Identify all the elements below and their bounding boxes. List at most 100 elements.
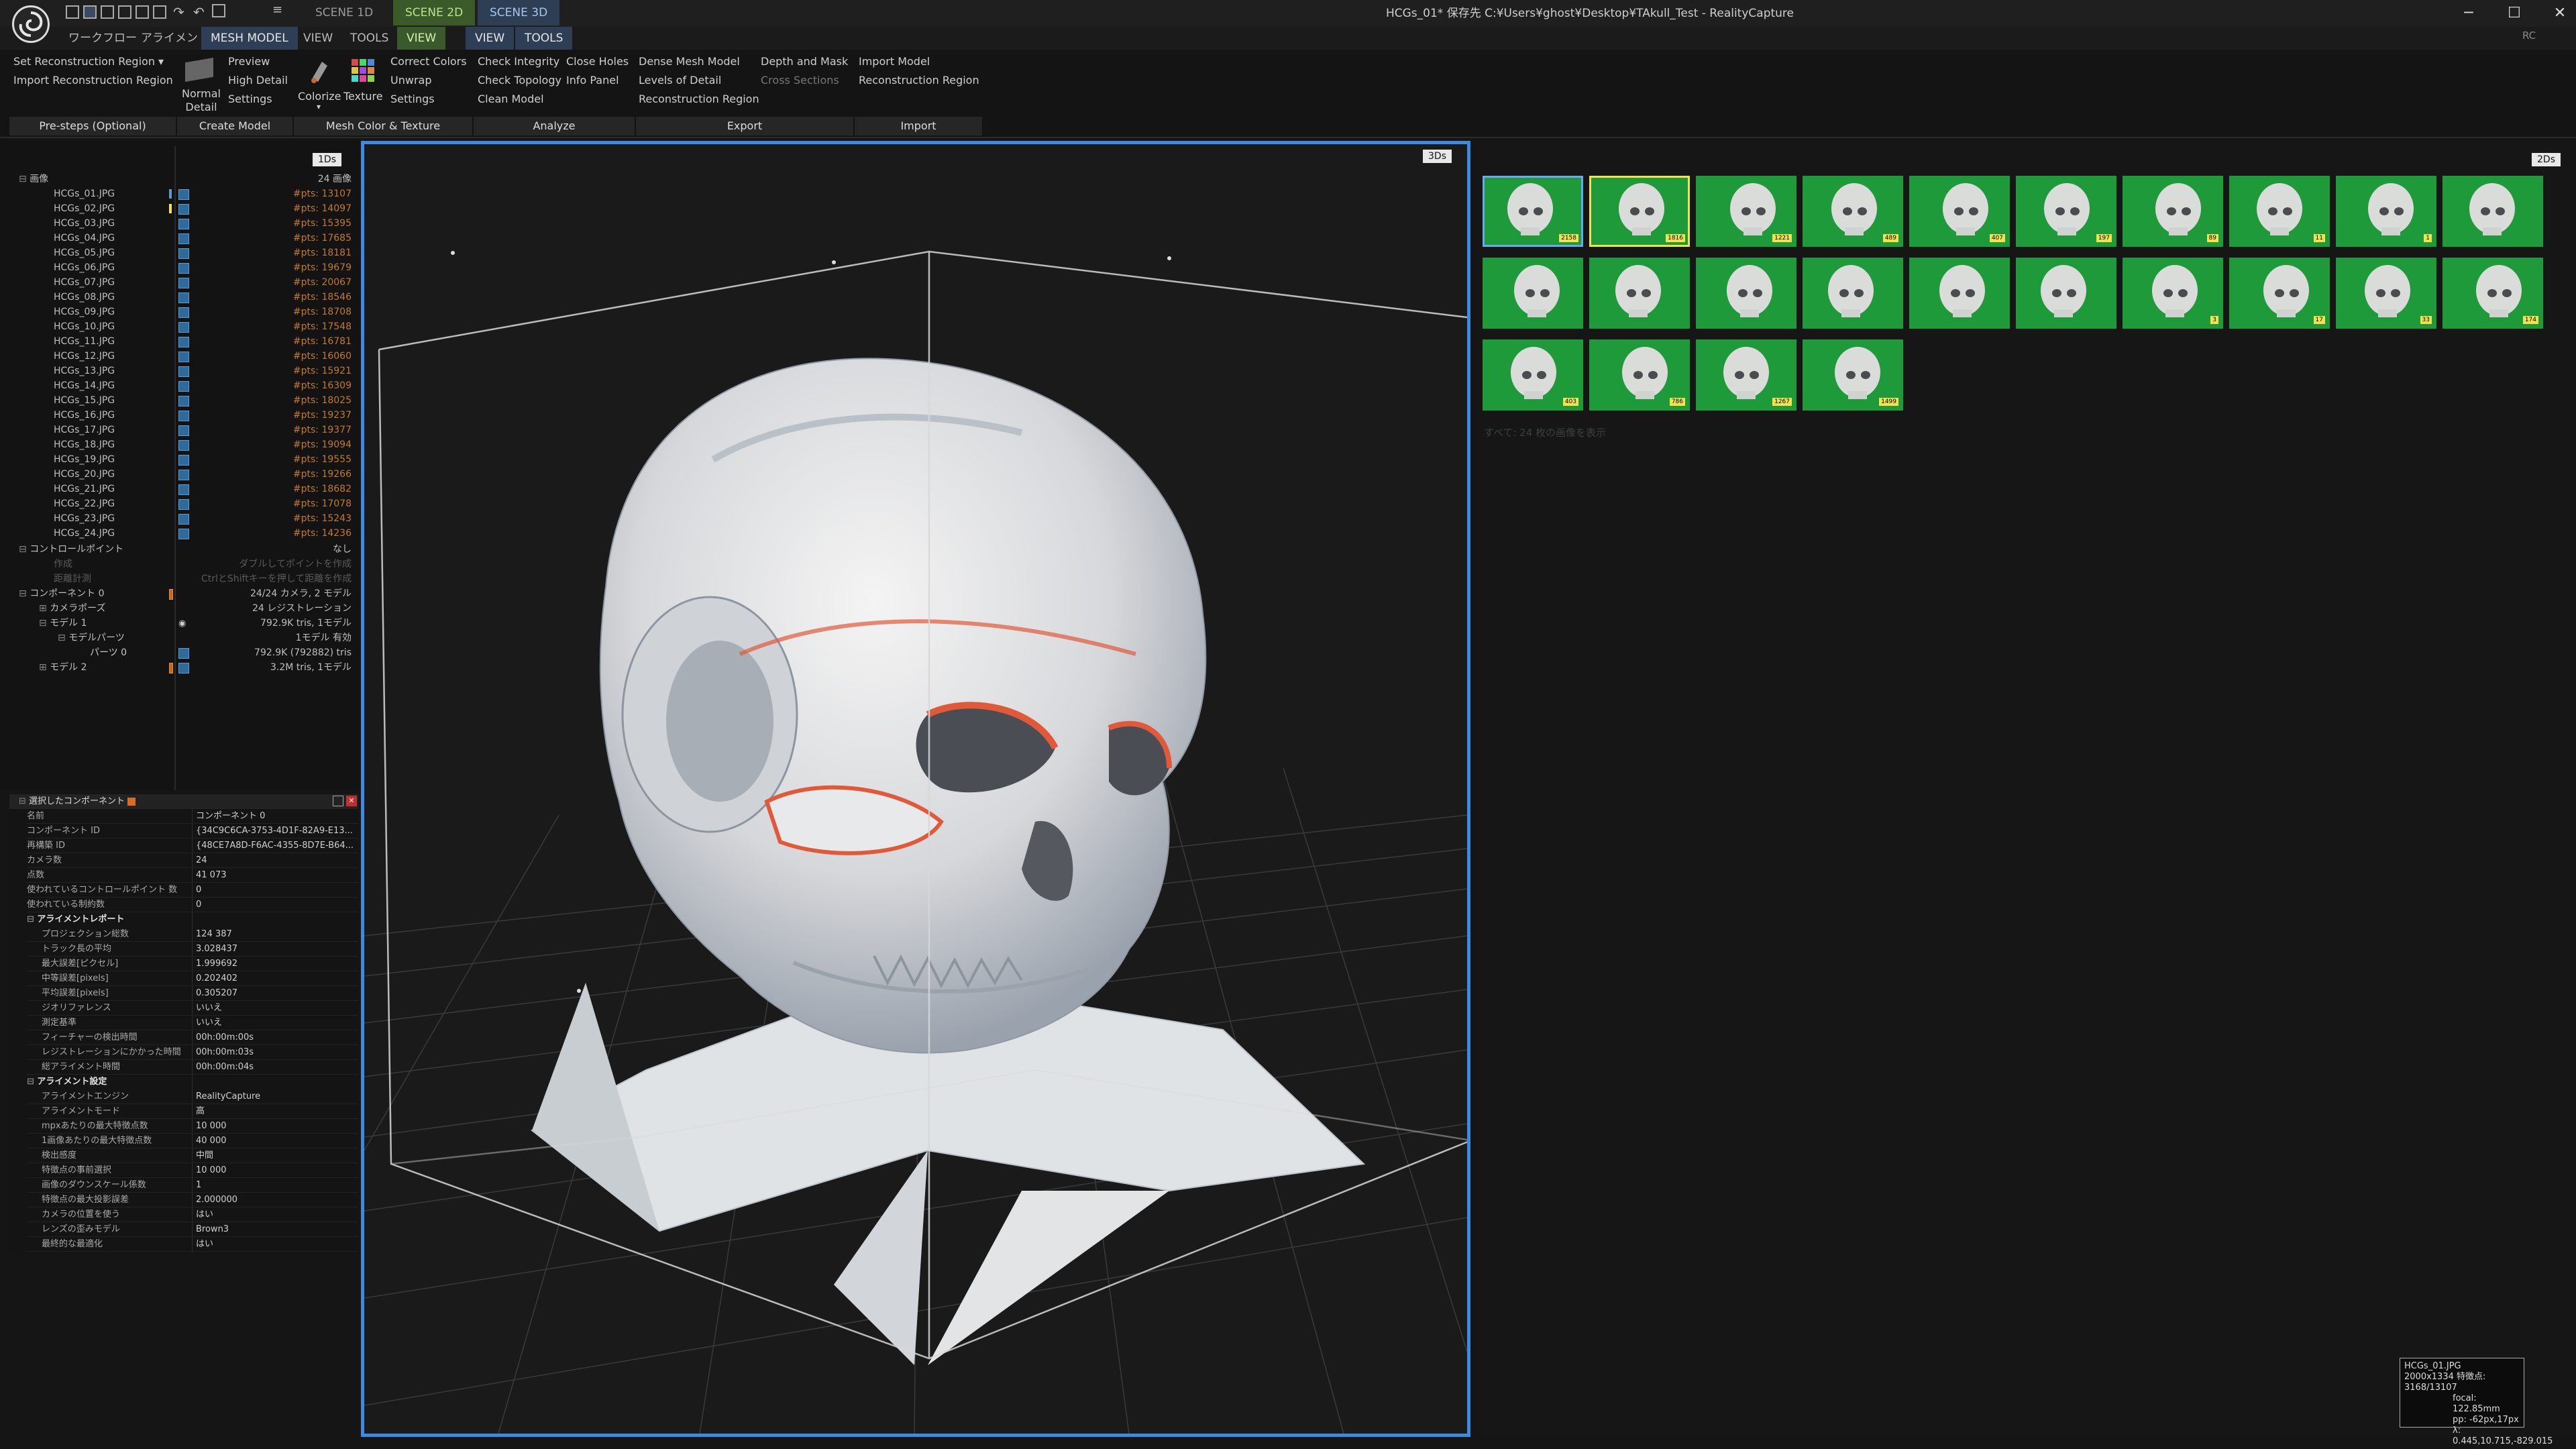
image-enable-icon[interactable]: [178, 366, 189, 377]
correct-colors-button[interactable]: Correct Colors: [390, 55, 467, 68]
property-value[interactable]: 10 000: [196, 1163, 357, 1178]
image-enable-icon[interactable]: [178, 278, 189, 288]
check-topology-button[interactable]: Check Topology: [478, 74, 561, 87]
tree-image-item[interactable]: HCGs_07.JPG: [54, 275, 115, 290]
menu-tools[interactable]: TOOLS: [341, 27, 398, 50]
export-region-button[interactable]: Reconstruction Region: [639, 93, 759, 105]
tree-model-1[interactable]: ⊟ モデル 1: [39, 616, 87, 631]
tree-distance[interactable]: 距離計測: [54, 572, 91, 586]
menu-mesh-model[interactable]: MESH MODEL: [201, 27, 298, 50]
color-settings-button[interactable]: Settings: [390, 93, 435, 105]
image-enable-icon[interactable]: [178, 381, 189, 392]
export-dense-mesh-button[interactable]: Dense Mesh Model: [639, 55, 740, 68]
menu-view-2d[interactable]: VIEW: [397, 27, 446, 50]
image-enable-icon[interactable]: [178, 470, 189, 480]
property-value[interactable]: 0.202402: [196, 971, 357, 986]
image-thumbnail[interactable]: [2443, 176, 2543, 247]
tree-control-points[interactable]: ⊟ コントロールポイント: [19, 542, 123, 557]
property-value[interactable]: 中間: [196, 1148, 357, 1163]
save-icon[interactable]: [212, 4, 225, 17]
image-thumbnail[interactable]: [1483, 258, 1583, 329]
image-thumbnail[interactable]: [1696, 258, 1796, 329]
property-value[interactable]: 1: [196, 1178, 357, 1193]
panel-close-icon[interactable]: ✕: [346, 796, 357, 806]
image-enable-icon[interactable]: [178, 499, 189, 510]
texture-button[interactable]: Texture: [343, 90, 383, 103]
layout-1-icon[interactable]: [66, 5, 79, 19]
image-thumbnail[interactable]: 33: [2336, 258, 2436, 329]
image-thumbnail[interactable]: 11: [2229, 176, 2330, 247]
tree-image-item[interactable]: HCGs_05.JPG: [54, 246, 115, 260]
tree-image-item[interactable]: HCGs_19.JPG: [54, 452, 115, 467]
property-value[interactable]: {34C9C6CA-3753-4D1F-82A9-E13...: [196, 824, 357, 839]
property-value[interactable]: 10 000: [196, 1119, 357, 1134]
layout-5-icon[interactable]: [136, 5, 149, 19]
app-logo[interactable]: [12, 5, 50, 43]
property-value[interactable]: 40 000: [196, 1134, 357, 1148]
image-enable-icon[interactable]: [178, 455, 189, 466]
image-enable-icon[interactable]: [178, 514, 189, 525]
3d-viewport[interactable]: 3Ds: [361, 141, 1470, 1437]
high-detail-button[interactable]: High Detail: [228, 74, 288, 87]
image-enable-icon[interactable]: [178, 484, 189, 495]
property-value[interactable]: 1.999692: [196, 957, 357, 971]
tree-model-2[interactable]: ⊞ モデル 2: [39, 660, 87, 675]
image-enable-icon[interactable]: [178, 396, 189, 407]
redo-icon[interactable]: ↷: [173, 4, 184, 20]
undo-icon[interactable]: ↶: [193, 4, 205, 20]
image-enable-icon[interactable]: [178, 189, 189, 200]
image-thumbnail[interactable]: [2016, 258, 2116, 329]
check-integrity-button[interactable]: Check Integrity: [478, 55, 559, 68]
property-value[interactable]: 00h:00m:03s: [196, 1045, 357, 1060]
close-button[interactable]: ✕: [2533, 0, 2576, 27]
image-thumbnail[interactable]: 786: [1589, 339, 1690, 411]
tree-model-parts[interactable]: ⊟ モデルパーツ: [58, 631, 125, 645]
property-value[interactable]: Brown3: [196, 1222, 357, 1237]
tree-image-item[interactable]: HCGs_01.JPG: [54, 186, 115, 201]
image-enable-icon[interactable]: [178, 337, 189, 347]
tree-image-item[interactable]: HCGs_13.JPG: [54, 364, 115, 378]
tree-image-item[interactable]: HCGs_04.JPG: [54, 231, 115, 246]
layout-6-icon[interactable]: [153, 5, 166, 19]
image-enable-icon[interactable]: [178, 425, 189, 436]
import-model-button[interactable]: Import Model: [859, 55, 930, 68]
image-enable-icon[interactable]: [178, 204, 189, 215]
texture-icon[interactable]: [350, 58, 377, 85]
image-thumbnail[interactable]: 407: [1909, 176, 2010, 247]
tree-image-item[interactable]: HCGs_03.JPG: [54, 216, 115, 231]
tree-divider[interactable]: [174, 146, 176, 790]
colorize-dropdown-icon[interactable]: ▾: [317, 102, 321, 111]
colorize-button[interactable]: Colorize: [298, 90, 341, 103]
tree-image-item[interactable]: HCGs_24.JPG: [54, 526, 115, 541]
image-thumbnail[interactable]: 1: [2336, 176, 2436, 247]
image-thumbnail[interactable]: 89: [2123, 176, 2223, 247]
menu-view[interactable]: VIEW: [294, 27, 342, 50]
tree-image-item[interactable]: HCGs_22.JPG: [54, 496, 115, 511]
menu-tools-3d[interactable]: TOOLS: [515, 27, 573, 50]
property-value[interactable]: はい: [196, 1208, 357, 1222]
image-enable-icon[interactable]: [178, 411, 189, 421]
tab-scene-1d[interactable]: SCENE 1D: [303, 0, 385, 25]
layout-2-icon[interactable]: [83, 5, 97, 19]
tree-image-item[interactable]: HCGs_23.JPG: [54, 511, 115, 526]
image-enable-icon[interactable]: [178, 248, 189, 259]
property-value[interactable]: 124 387: [196, 927, 357, 942]
image-enable-icon[interactable]: [178, 233, 189, 244]
tree-image-item[interactable]: HCGs_10.JPG: [54, 319, 115, 334]
image-enable-icon[interactable]: [178, 292, 189, 303]
tree-image-item[interactable]: HCGs_08.JPG: [54, 290, 115, 305]
tree-image-item[interactable]: HCGs_11.JPG: [54, 334, 115, 349]
property-value[interactable]: はい: [196, 1237, 357, 1252]
pin-icon[interactable]: [333, 796, 343, 806]
image-thumbnail[interactable]: 1816: [1589, 176, 1690, 247]
image-thumbnail[interactable]: 403: [1483, 339, 1583, 411]
image-thumbnail[interactable]: 489: [1803, 176, 1903, 247]
image-thumbnail[interactable]: 1267: [1696, 339, 1796, 411]
panel-3ds-badge[interactable]: 3Ds: [1423, 150, 1452, 163]
property-value[interactable]: {48CE7A8D-F6AC-4355-8D7E-B64...: [196, 839, 357, 853]
property-value[interactable]: 24: [196, 853, 357, 868]
tree-image-item[interactable]: HCGs_20.JPG: [54, 467, 115, 482]
preview-button[interactable]: Preview: [228, 55, 270, 68]
image-enable-icon[interactable]: [178, 440, 189, 451]
property-section-header[interactable]: ⊟ アライメントレポート: [27, 912, 124, 927]
